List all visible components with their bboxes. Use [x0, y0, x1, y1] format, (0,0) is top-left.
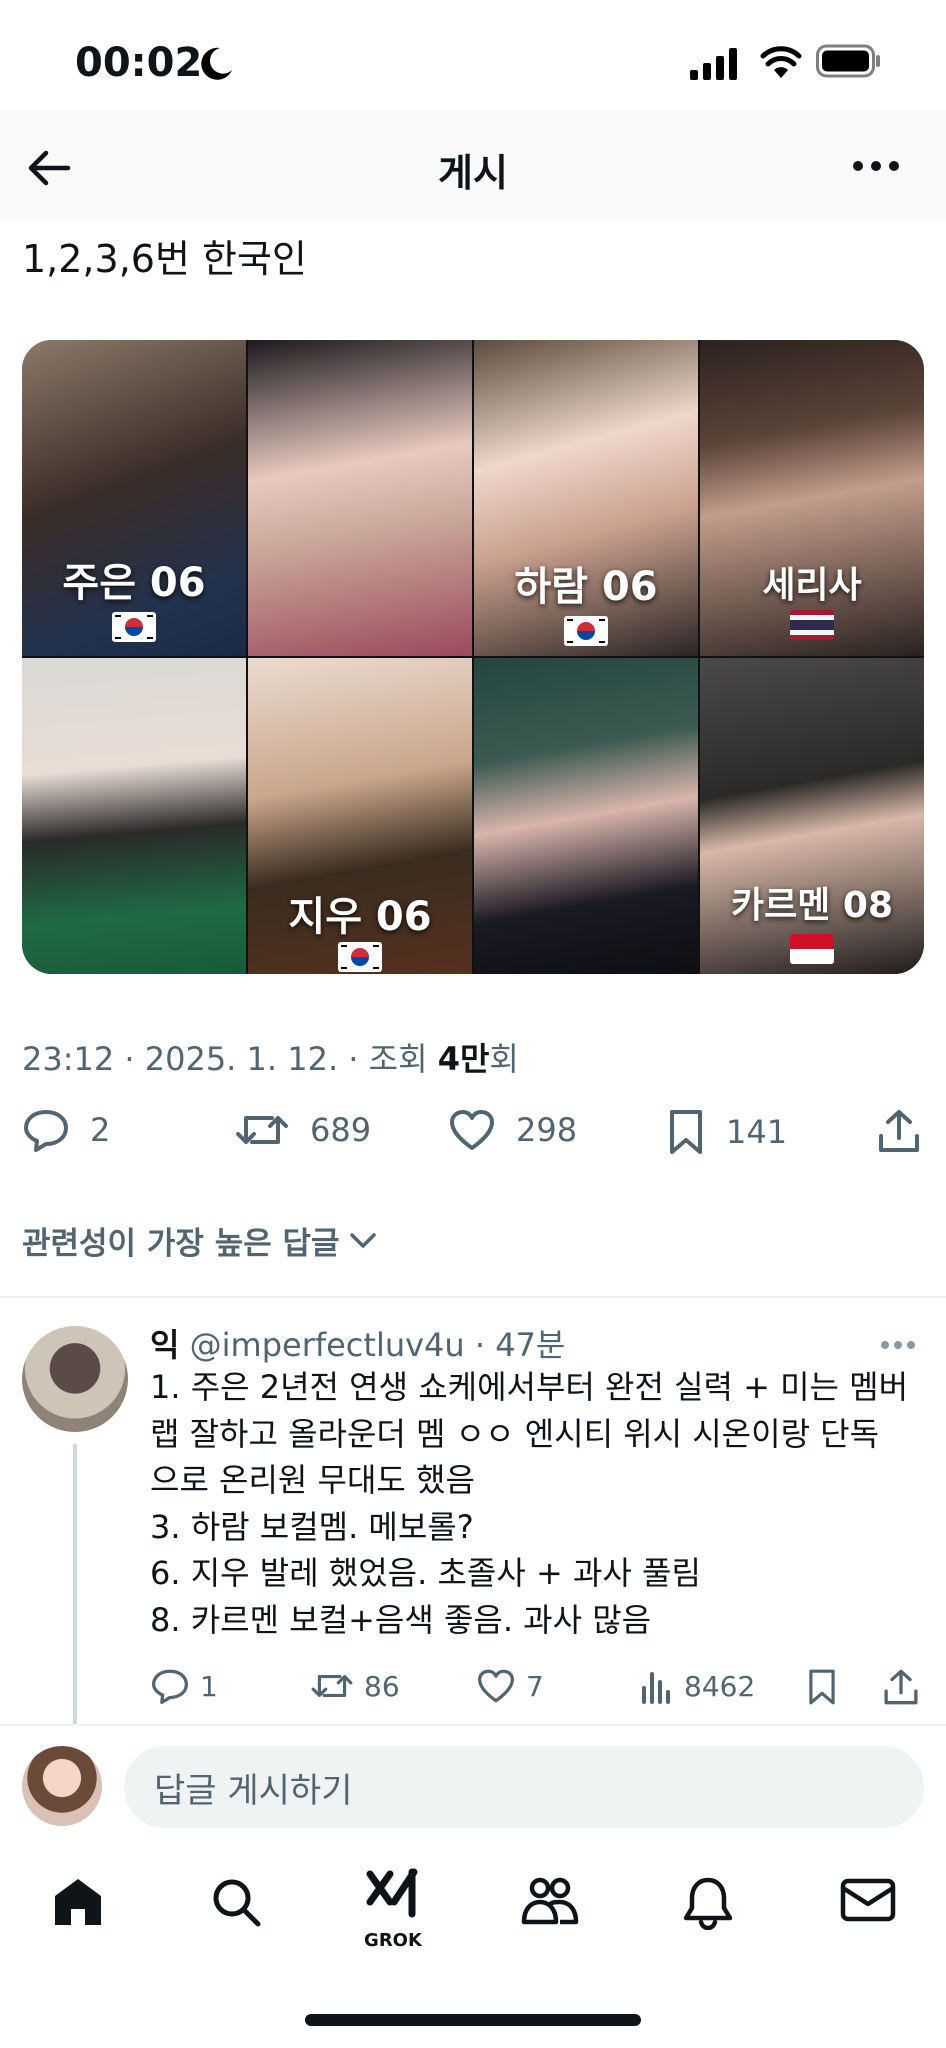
image-caption: 하람 06 — [514, 564, 658, 610]
reply-bookmark-button[interactable] — [806, 1668, 838, 1706]
reply-line: 3. 하람 보컬멤. 메보롤? — [150, 1507, 474, 1546]
heart-icon — [478, 1669, 514, 1703]
flag-korea-icon — [112, 612, 156, 642]
tweet-image-grid[interactable]: 주은 06 하람 06 세리사 지우 06 카르멘 08 — [22, 340, 924, 974]
tweet-actions: 2 689 298 141 — [22, 1108, 924, 1168]
reply-line: 으로 온리원 무대도 했음 — [150, 1461, 475, 1499]
signal-icon — [690, 48, 737, 80]
reply-repost-button[interactable]: 86 — [310, 1668, 400, 1704]
reply-repost-count: 86 — [364, 1669, 400, 1703]
reply-like-button[interactable]: 7 — [476, 1668, 544, 1704]
tweet-image[interactable]: 주은 06 — [22, 340, 246, 656]
bookmark-button[interactable]: 141 — [666, 1108, 787, 1156]
reply-author-name[interactable]: 익 — [150, 1326, 179, 1364]
wifi-icon — [760, 46, 802, 78]
flag-thailand-icon — [790, 610, 834, 640]
reply-actions: 1 86 7 8462 — [150, 1668, 930, 1712]
tweet-timestamp: 23:12 · 2025. 1. 12. · 조회 — [22, 1040, 438, 1078]
reply-author-handle[interactable]: @imperfectluv4u — [190, 1326, 465, 1364]
reply-sort-dropdown[interactable]: 관련성이 가장 높은 답글 — [22, 1218, 380, 1263]
bookmark-icon — [670, 1110, 702, 1154]
flag-korea-icon — [338, 942, 382, 972]
tweet-image[interactable]: 지우 06 — [248, 658, 472, 974]
repost-button[interactable]: 689 — [234, 1108, 371, 1152]
reply-line: 랩 잘하고 올라운더 멤 ㅇㅇ 엔시티 위시 시온이랑 단독 — [150, 1414, 880, 1453]
reply-view-count: 8462 — [684, 1669, 756, 1703]
flag-indonesia-icon — [790, 934, 834, 964]
bookmark-icon — [809, 1669, 835, 1705]
reply-more-icon[interactable] — [880, 1340, 916, 1350]
share-button[interactable] — [876, 1108, 922, 1154]
grok-label: GROK — [364, 1930, 422, 1951]
repost-icon — [236, 1116, 288, 1144]
search-icon[interactable] — [210, 1876, 262, 1928]
flag-korea-icon — [564, 616, 608, 646]
tweet-image[interactable] — [474, 658, 698, 974]
tweet-image[interactable]: 하람 06 — [474, 340, 698, 656]
reply-reply-count: 1 — [200, 1669, 218, 1703]
reply-compose-input[interactable]: 답글 게시하기 — [124, 1746, 924, 1828]
reply-header: 익 @imperfectluv4u · 47분 — [150, 1320, 565, 1366]
divider — [0, 1296, 946, 1298]
sort-label: 관련성이 가장 높은 답글 — [22, 1226, 340, 1262]
home-icon[interactable] — [52, 1876, 104, 1928]
compose-placeholder: 답글 게시하기 — [154, 1770, 353, 1811]
reply-like-count: 7 — [526, 1669, 544, 1703]
reply-reply-button[interactable]: 1 — [150, 1668, 218, 1704]
reply-views-button[interactable]: 8462 — [640, 1668, 755, 1704]
status-time: 00:02 — [75, 40, 203, 86]
reply-icon — [24, 1110, 68, 1152]
user-avatar[interactable] — [22, 1746, 102, 1826]
like-button[interactable]: 298 — [448, 1108, 577, 1152]
reply-separator: · — [464, 1326, 496, 1364]
view-count: 4만 — [437, 1040, 490, 1078]
thread-line — [73, 1444, 77, 1724]
battery-icon — [816, 44, 880, 78]
like-count: 298 — [516, 1111, 578, 1149]
heart-icon — [450, 1110, 494, 1150]
bell-icon[interactable] — [682, 1876, 734, 1930]
view-suffix: 회 — [489, 1040, 519, 1078]
tweet-image[interactable] — [22, 658, 246, 974]
tweet-text: 1,2,3,6번 한국인 — [22, 237, 307, 281]
communities-icon[interactable] — [520, 1876, 580, 1928]
reply-text: 1. 주은 2년전 연생 쇼케에서부터 완전 실력 + 미는 멤버 랩 잘하고 … — [150, 1364, 930, 1643]
reply-count: 2 — [90, 1111, 111, 1149]
reply-time: 47분 — [495, 1326, 566, 1364]
tweet-image[interactable]: 세리사 — [700, 340, 924, 656]
repost-count: 689 — [310, 1111, 372, 1149]
divider — [0, 1724, 946, 1726]
grok-icon[interactable] — [364, 1866, 424, 1926]
tweet-image[interactable] — [248, 340, 472, 656]
image-caption: 지우 06 — [288, 894, 432, 940]
more-options-icon[interactable] — [852, 160, 900, 172]
bookmark-count: 141 — [726, 1113, 788, 1151]
reply-line: 8. 카르멘 보컬+음색 좋음. 과사 많음 — [150, 1600, 652, 1639]
repost-icon — [311, 1675, 353, 1698]
share-icon — [879, 1110, 919, 1152]
home-indicator — [305, 2014, 641, 2026]
reply-avatar[interactable] — [22, 1326, 128, 1432]
moon-icon — [201, 47, 232, 80]
reply-button[interactable]: 2 — [22, 1108, 110, 1152]
image-caption: 카르멘 08 — [731, 885, 893, 926]
reply-icon — [152, 1669, 188, 1704]
image-caption: 세리사 — [762, 565, 862, 606]
image-caption: 주은 06 — [62, 560, 206, 606]
chevron-down-icon — [349, 1232, 376, 1248]
page-title: 게시 — [438, 151, 508, 195]
reply-line: 6. 지우 발레 했었음. 초졸사 + 과사 풀림 — [150, 1554, 701, 1592]
share-icon — [884, 1669, 918, 1705]
reply-line: 1. 주은 2년전 연생 쇼케에서부터 완전 실력 + 미는 멤버 — [150, 1368, 909, 1406]
mail-icon[interactable] — [840, 1876, 896, 1924]
tweet-image[interactable]: 카르멘 08 — [700, 658, 924, 974]
tweet-meta: 23:12 · 2025. 1. 12. · 조회 4만회 — [22, 1034, 519, 1080]
analytics-icon — [642, 1672, 670, 1704]
reply-share-button[interactable] — [882, 1668, 920, 1706]
